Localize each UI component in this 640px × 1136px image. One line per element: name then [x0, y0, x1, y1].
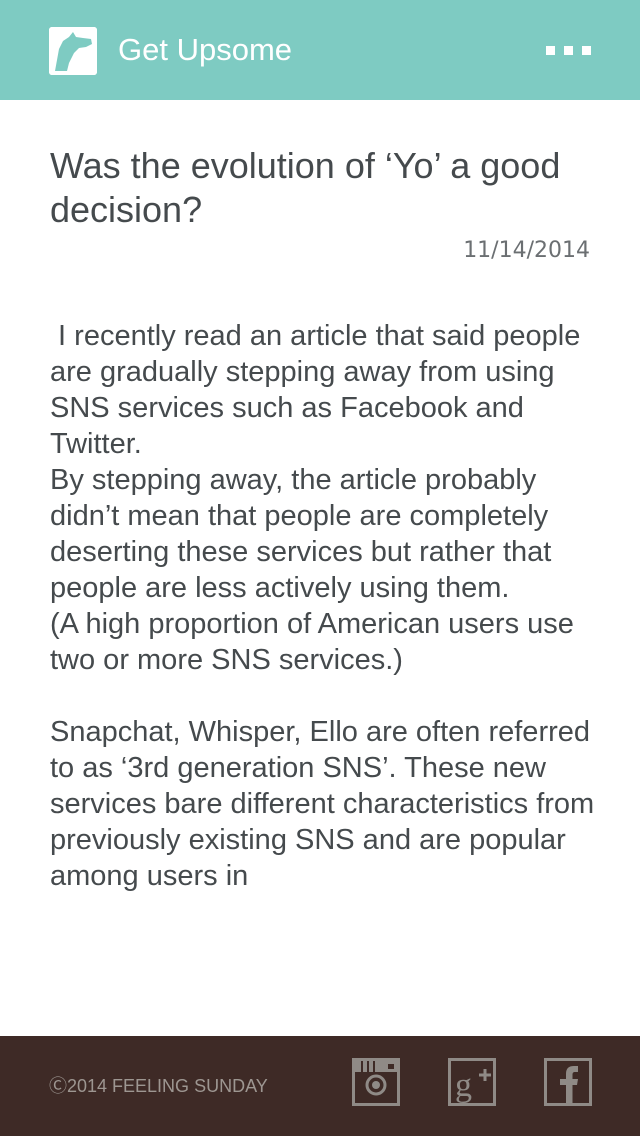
article-paragraph: Snapchat, Whisper, Ello are often referr… [50, 716, 595, 892]
app-header: Get Upsome [0, 0, 640, 100]
dog-head-icon[interactable] [49, 27, 97, 75]
article-paragraph: By stepping away, the article probably d… [50, 464, 552, 604]
google-plus-icon[interactable]: g [448, 1058, 496, 1106]
instagram-icon[interactable] [352, 1058, 400, 1106]
app-title: Get Upsome [118, 32, 293, 67]
article-date: 11/14/2014 [463, 238, 590, 263]
article-body: I recently read an article that said peo… [50, 318, 610, 894]
svg-text:g: g [455, 1067, 472, 1104]
copyright-text: Ⓒ2014 FEELING SUNDAY [49, 1076, 268, 1096]
article-paragraph: I recently read an article that said peo… [50, 320, 581, 460]
facebook-icon[interactable] [544, 1058, 592, 1106]
app-footer: Ⓒ2014 FEELING SUNDAY g [0, 1036, 640, 1136]
article-paragraph: (A high proportion of American users use… [50, 608, 574, 676]
more-dots-icon[interactable] [540, 38, 596, 62]
article-title: Was the evolution of ‘Yo’ a good decisio… [50, 145, 561, 230]
